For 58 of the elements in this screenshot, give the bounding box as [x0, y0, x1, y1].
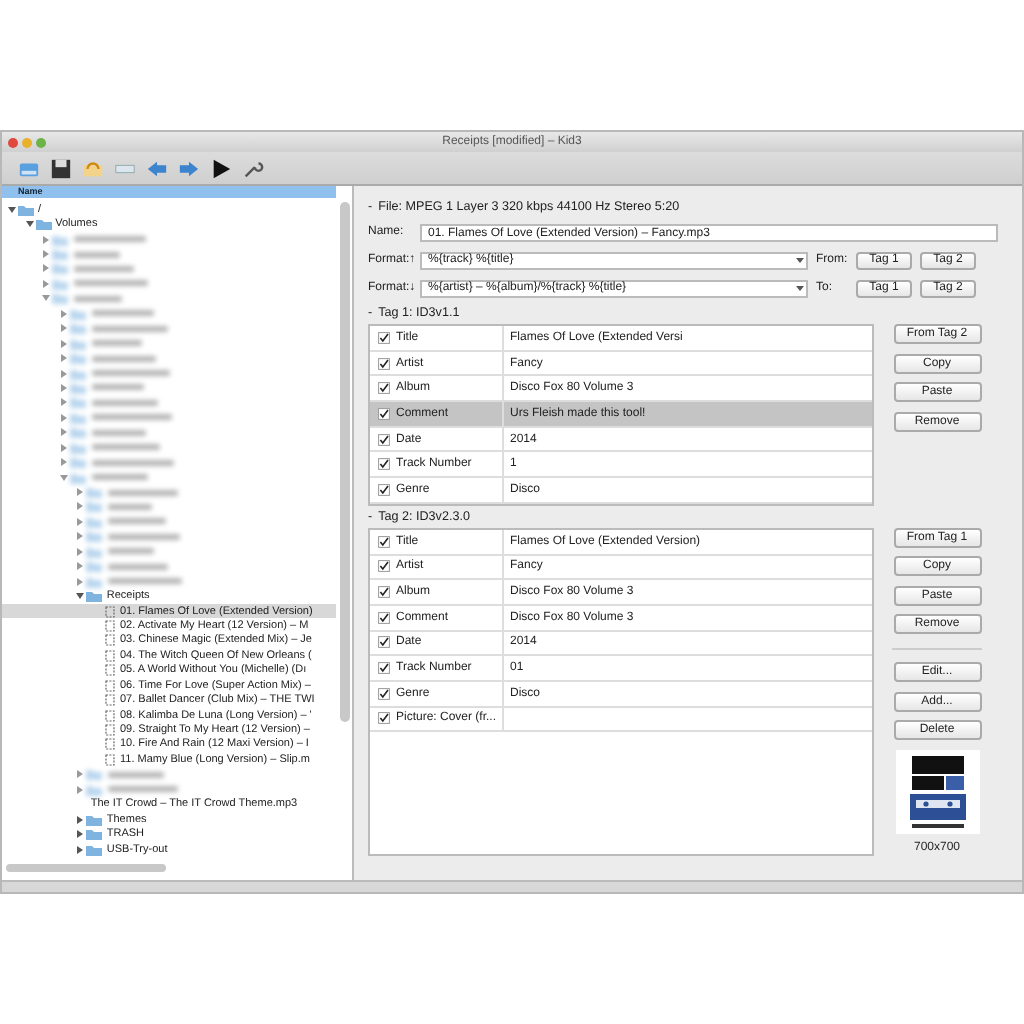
blurred-label: [108, 489, 179, 496]
blurred-label: [74, 265, 135, 272]
scrollbar-thumb[interactable]: [340, 202, 350, 722]
save-icon[interactable]: [50, 157, 72, 179]
checkbox[interactable]: [378, 636, 390, 649]
play-icon[interactable]: [210, 157, 232, 179]
checkbox[interactable]: [378, 331, 390, 344]
checkbox[interactable]: [378, 357, 390, 370]
minimize-button[interactable]: [22, 137, 32, 147]
zoom-button[interactable]: [36, 137, 46, 147]
checkbox[interactable]: [378, 712, 390, 725]
checkbox[interactable]: [378, 483, 390, 496]
wrench-icon[interactable]: [242, 157, 264, 179]
blurred-label: [74, 280, 149, 287]
blurred-label: [91, 384, 144, 391]
blurred-label: [91, 444, 160, 451]
blurred-label: [91, 370, 170, 377]
checkbox[interactable]: [378, 407, 390, 420]
blurred-label: [91, 310, 154, 317]
expander-icon[interactable]: [6, 203, 18, 216]
blurred-label: [91, 399, 158, 406]
blurred-label: [108, 786, 179, 793]
checkbox[interactable]: [378, 433, 390, 446]
blurred-label: [108, 503, 153, 510]
blurred-label: [91, 474, 148, 481]
blurred-label: [91, 325, 168, 332]
blurred-label: [74, 251, 121, 258]
scrollbar-thumb[interactable]: [6, 864, 166, 872]
blurred-label: [91, 459, 174, 466]
blurred-label: [74, 295, 123, 302]
previous-icon[interactable]: [146, 157, 168, 179]
dropdown-icon[interactable]: [794, 254, 806, 266]
checkbox[interactable]: [378, 560, 390, 573]
blurred-label: [108, 563, 169, 570]
blurred-label: [108, 548, 155, 555]
blurred-label: [74, 236, 147, 243]
close-button[interactable]: [8, 137, 18, 147]
dropdown-icon[interactable]: [794, 282, 806, 294]
blurred-label: [91, 414, 172, 421]
blurred-label: [108, 578, 183, 585]
blurred-label: [91, 340, 142, 347]
checkbox[interactable]: [378, 535, 390, 548]
next-icon[interactable]: [178, 157, 200, 179]
blurred-label: [108, 533, 181, 540]
checkbox[interactable]: [378, 458, 390, 471]
expander-icon[interactable]: [74, 843, 87, 856]
checkbox[interactable]: [378, 687, 390, 700]
checkbox[interactable]: [378, 611, 390, 624]
checkbox[interactable]: [378, 662, 390, 675]
blurred-label: [108, 771, 165, 778]
expander-icon[interactable]: [74, 828, 87, 841]
blurred-label: [91, 429, 146, 436]
blurred-label: [91, 355, 156, 362]
blurred-label: [108, 518, 167, 525]
checkbox[interactable]: [378, 382, 390, 395]
checkbox[interactable]: [378, 586, 390, 599]
expander-icon[interactable]: [23, 218, 36, 231]
expander-icon[interactable]: [74, 813, 87, 826]
